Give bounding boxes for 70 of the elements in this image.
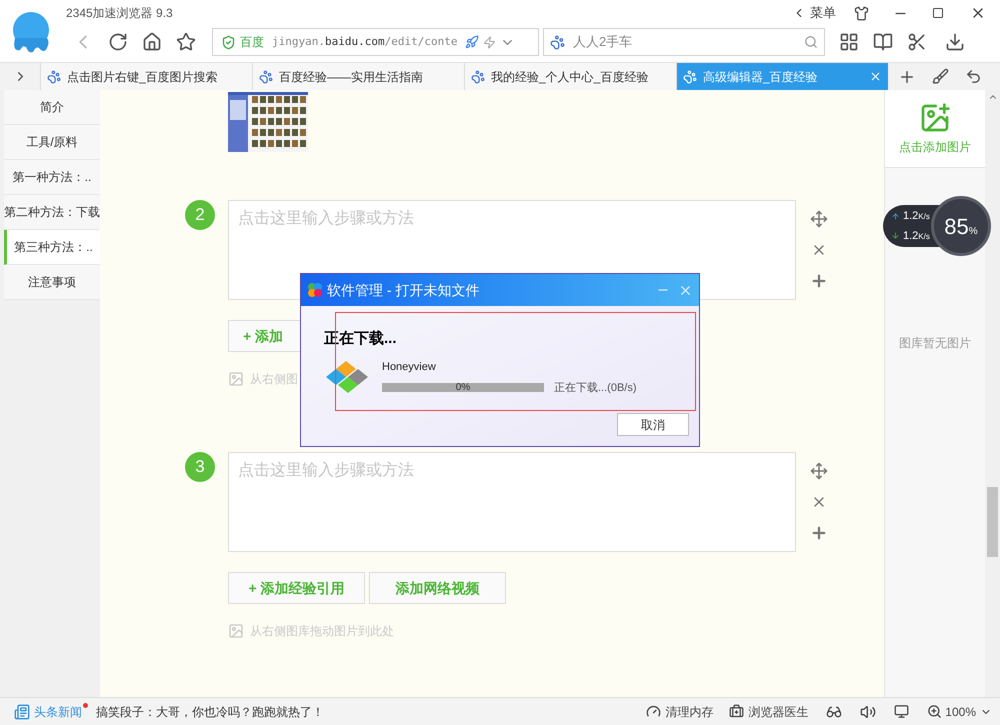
- address-bar[interactable]: 百度 jingyan.baidu.com/edit/conte: [212, 28, 539, 56]
- scissors-icon[interactable]: [907, 32, 927, 52]
- dialog-title: 软件管理 - 打开未知文件: [327, 280, 480, 300]
- home-icon[interactable]: [142, 32, 162, 52]
- search-input[interactable]: 人人2手车: [573, 32, 796, 52]
- site-label: 百度: [240, 34, 264, 51]
- browser-tab[interactable]: 百度经验——实用生活指南: [252, 63, 464, 90]
- window-title: 2345加速浏览器 9.3: [66, 5, 173, 22]
- menu-button[interactable]: 菜单: [810, 3, 836, 23]
- move-icon[interactable]: [810, 462, 828, 480]
- status-item[interactable]: 浏览器医生: [748, 702, 808, 720]
- star-icon[interactable]: [176, 32, 196, 52]
- cancel-button[interactable]: 取消: [617, 413, 689, 436]
- browser-tab[interactable]: 点击图片右键_百度图片搜索: [40, 63, 252, 90]
- progress-reading: 0%: [454, 383, 472, 392]
- add-picture-icon: [919, 102, 951, 134]
- broom-icon[interactable]: [932, 68, 949, 85]
- add-icon[interactable]: [810, 272, 828, 290]
- sidebar-item[interactable]: 注意事项: [4, 265, 100, 300]
- empty-gallery-text: 图库暂无图片: [898, 335, 972, 352]
- headline-link[interactable]: 搞笑段子：大哥，你也冷吗？跑跑就热了！: [96, 702, 324, 720]
- upload-icon: [891, 212, 900, 221]
- glasses-icon[interactable]: [826, 704, 842, 720]
- skin-icon[interactable]: [854, 6, 869, 20]
- scrollbar-thumb[interactable]: [987, 487, 998, 557]
- paw-icon: [47, 70, 61, 84]
- news-icon[interactable]: [14, 704, 30, 720]
- zoom-icon[interactable]: [927, 704, 942, 719]
- app-name: Honeyview: [382, 360, 437, 375]
- shield-icon: [221, 34, 236, 50]
- status-item[interactable]: 清理内存: [665, 702, 714, 720]
- browser-tab[interactable]: 我的经验_个人中心_百度经验: [464, 63, 676, 90]
- search-field[interactable]: 人人2手车: [543, 28, 825, 56]
- step-input-field[interactable]: 点击这里输入步骤或方法: [228, 452, 796, 552]
- sidebar-item[interactable]: 简介: [4, 90, 100, 125]
- download-status: 正在下载...(0B/s): [554, 380, 637, 396]
- paw-icon: [471, 70, 485, 84]
- sidebar-item[interactable]: 第一种方法：..: [4, 160, 100, 195]
- rocket-icon[interactable]: [465, 35, 480, 49]
- medical-kit-icon[interactable]: [729, 704, 744, 719]
- step-number: 2: [185, 200, 215, 230]
- paw-icon: [683, 70, 697, 84]
- refresh-icon[interactable]: [108, 32, 128, 52]
- restore-icon[interactable]: [932, 7, 944, 19]
- upload-speed: 1.2K/s: [903, 209, 930, 224]
- download-icon[interactable]: [945, 32, 965, 52]
- url-text: jingyan.baidu.com/edit/conte: [272, 34, 458, 50]
- apps-icon[interactable]: [839, 32, 859, 52]
- clover-icon: [307, 282, 323, 298]
- paw-icon: [259, 70, 273, 84]
- search-icon[interactable]: [804, 35, 818, 49]
- book-icon[interactable]: [873, 32, 893, 52]
- sidebar-item[interactable]: 第三种方法：..: [4, 230, 100, 265]
- add-icon[interactable]: [810, 524, 828, 542]
- paw-icon: [550, 34, 565, 50]
- step-number: 3: [185, 452, 215, 482]
- download-speed: 1.2K/s: [903, 228, 930, 244]
- image-icon: [228, 623, 244, 639]
- sidebar-item[interactable]: 工具/原料: [4, 125, 100, 160]
- image-icon: [228, 371, 244, 387]
- memory-percent: 85%: [944, 212, 978, 240]
- gauge-icon[interactable]: [646, 704, 662, 719]
- zoom-level[interactable]: 100%: [945, 702, 976, 720]
- download-icon: [891, 231, 900, 240]
- move-icon[interactable]: [810, 210, 828, 228]
- screen-icon[interactable]: [894, 704, 910, 719]
- close-tab-icon[interactable]: [869, 70, 882, 83]
- volume-icon[interactable]: [860, 704, 876, 720]
- undo-icon[interactable]: [965, 68, 982, 85]
- sidebar-item[interactable]: 第二种方法：下载: [4, 195, 100, 230]
